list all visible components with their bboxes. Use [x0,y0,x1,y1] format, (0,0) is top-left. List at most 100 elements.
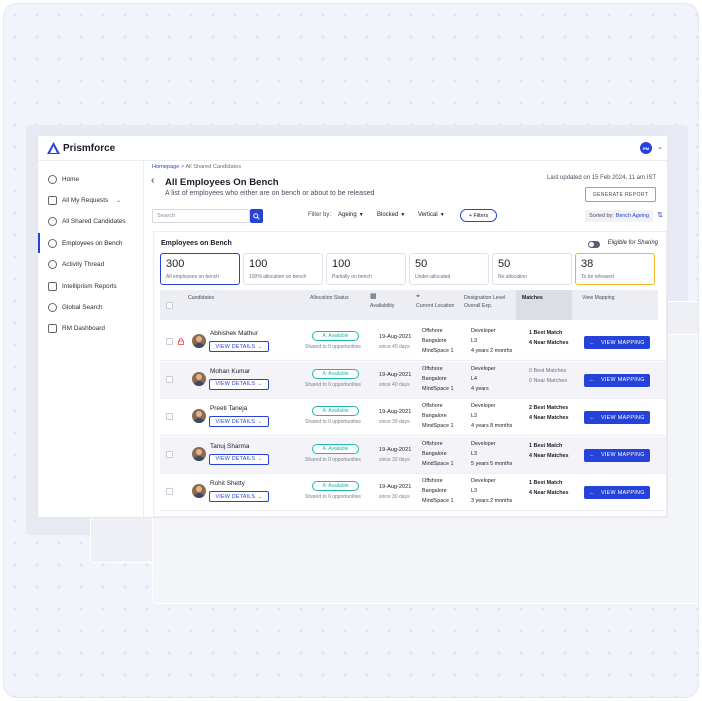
row-checkbox[interactable] [166,488,173,495]
location-line: Bangalore [422,488,447,494]
sidebar-item-global-search[interactable]: Global Search [38,297,144,317]
stat-card[interactable]: 300 All employees on bench [160,253,240,285]
column-header-designation[interactable]: Designation Level Overall Exp. [458,290,516,320]
status-badge: A: Available [312,406,359,416]
candidate-name[interactable]: Rohit Shetty [210,480,245,487]
view-details-button[interactable]: VIEW DETAILS → [209,378,269,390]
best-matches[interactable]: 1 Best Match [529,330,562,336]
caret-down-icon: ▼ [358,212,364,218]
near-matches[interactable]: 4 Near Matches [529,453,569,459]
table-row: Mohan Kumar VIEW DETAILS → A: Available Sha… [160,361,666,399]
column-header-label: Allocation Status [310,295,349,301]
view-details-button[interactable]: VIEW DETAILS → [209,416,269,427]
sidebar-item-all-my-requests[interactable]: All My Requests ⌄ [38,190,144,210]
avatar [192,446,206,461]
near-matches[interactable]: 4 Near Matches [529,490,569,496]
search-button[interactable] [250,209,263,223]
select-all-checkbox[interactable] [166,302,173,309]
column-header-allocation-status[interactable]: Allocation Status [300,290,366,320]
view-mapping-label: VIEW MAPPING [600,414,645,421]
bench-panel: Employees on Bench Eligible for Sharing … [153,231,667,517]
view-mapping-button[interactable]: ← VIEW MAPPING [584,486,650,499]
sidebar-item-activity-thread[interactable]: Activity Thread [38,254,144,274]
view-details-button[interactable]: VIEW DETAILS → [209,491,269,502]
generate-report-button[interactable]: GENERATE REPORT [585,187,656,202]
status-badge: A: Available [312,443,359,454]
shared-count: Shared to 0 opportunities [305,344,361,350]
sidebar-item-home[interactable]: Home [38,169,144,189]
view-mapping-button[interactable]: ← VIEW MAPPING [584,373,650,387]
view-mapping-button[interactable]: ← VIEW MAPPING [584,336,650,349]
view-details-button[interactable]: VIEW DETAILS → [209,341,269,352]
filter-ageing[interactable]: Ageing ▼ [338,212,364,218]
column-header-availability[interactable]: ▦ Availability [366,290,410,320]
filter-vertical[interactable]: Vertical ▼ [418,212,445,218]
row-checkbox[interactable] [166,338,173,345]
view-mapping-button[interactable]: ← VIEW MAPPING [584,448,650,462]
sidebar-item-label: Home [62,175,80,183]
sort-icon[interactable]: ⇅ [657,211,663,219]
search-input[interactable]: Search [152,209,250,223]
sidebar-item-rm-dashboard[interactable]: RM Dashboard [38,318,144,338]
row-checkbox[interactable] [166,413,173,420]
designation-line: Developer [471,478,496,484]
table-row: Preeti Taneja VIEW DETAILS → A: Available S… [160,399,666,436]
column-header-matches[interactable]: Matches [516,290,572,320]
sidebar-item-label: RM Dashboard [62,324,105,332]
back-arrow-icon[interactable]: ‹ [151,175,154,186]
view-details-button[interactable]: VIEW DETAILS → [209,453,269,465]
eligible-toggle[interactable] [588,241,600,248]
caret-down-icon: ▼ [439,212,445,218]
column-header-view-mapping[interactable]: View Mapping [572,290,658,320]
chevron-down-icon[interactable]: ⌄ [657,143,663,151]
stat-card[interactable]: 38 To be released [575,253,655,285]
stat-card[interactable]: 50 Under-allocated [409,253,489,285]
candidate-name[interactable]: Abhishek Mathur [210,330,258,337]
more-filters-button[interactable]: + Filters [460,209,497,222]
sort-dropdown[interactable]: Sorted by: Bench Ageing [585,210,653,222]
row-checkbox[interactable] [166,375,173,383]
stat-card[interactable]: 100 100% allocation on bench [243,253,323,285]
column-header-label: Candidates [188,295,215,301]
designation-line: L3 [471,413,477,419]
candidate-name[interactable]: Preeti Taneja [210,405,247,412]
filter-label: Ageing [338,212,357,218]
user-avatar[interactable]: RM [640,142,652,154]
stat-card[interactable]: 50 No allocation [492,253,572,285]
filter-blocked[interactable]: Blocked ▼ [377,212,405,218]
stat-card[interactable]: 100 Partially on bench [326,253,406,285]
prismforce-logo-icon [47,142,60,154]
table-row: Tanuj Sharma VIEW DETAILS → A: Available Sh… [160,436,666,474]
arrow-left-icon: ← [589,414,595,421]
best-matches[interactable]: 1 Best Match [529,480,562,486]
logo[interactable]: Prismforce [47,142,115,154]
stat-label: All employees on bench [166,274,220,280]
best-matches[interactable]: 1 Best Match [529,443,562,449]
row-checkbox[interactable] [166,450,173,458]
column-header-label: Current Location [416,303,455,309]
brand-name: Prismforce [63,142,116,154]
near-matches[interactable]: 4 Near Matches [529,340,569,346]
stat-value: 38 [581,258,594,270]
candidate-name[interactable]: Tanuj Sharma [210,443,249,450]
best-matches[interactable]: 2 Best Matches [529,405,568,411]
view-mapping-button[interactable]: ← VIEW MAPPING [584,411,650,424]
avatar [192,334,206,348]
sidebar-item-intelliprism-reports[interactable]: Intelliprism Reports [38,276,144,296]
sidebar-item-all-shared-candidates[interactable]: All Shared Candidates [38,211,144,231]
near-matches[interactable]: 0 Near Matches [529,378,567,384]
sidebar-item-employees-on-bench[interactable]: Employees on Bench [38,233,144,253]
candidate-name[interactable]: Mohan Kumar [210,368,250,375]
availability-since: since 40 days [379,381,410,388]
location-line: Offshore [422,440,443,447]
globe-icon [48,302,57,312]
stat-value: 100 [332,258,351,270]
near-matches[interactable]: 4 Near Matches [529,415,569,421]
best-matches[interactable]: 0 Best Matches [529,368,566,374]
stat-label: Partially on bench [332,274,372,280]
column-header-current-location[interactable]: ⌖ Current Location [410,290,458,320]
breadcrumb-current[interactable]: All Shared Candidates [185,164,241,170]
arrow-left-icon: ← [589,452,595,458]
breadcrumb-home[interactable]: Homepage [152,164,179,170]
column-header-candidates[interactable]: Candidates [160,290,300,320]
